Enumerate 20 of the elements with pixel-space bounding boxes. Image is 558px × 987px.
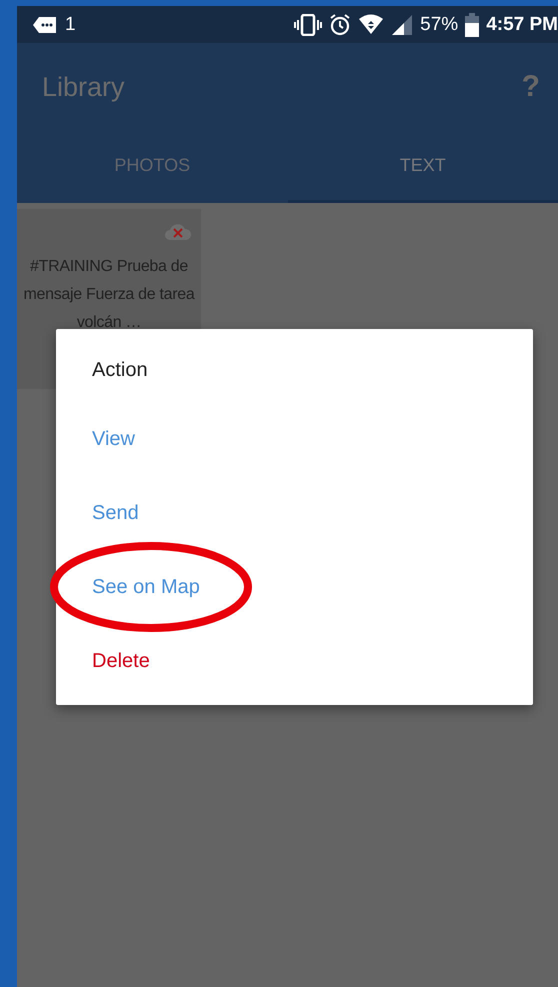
menu-item[interactable]: Delete <box>92 650 150 672</box>
tab[interactable]: PHOTOS <box>17 131 288 203</box>
battery-icon <box>465 12 480 36</box>
menu-item[interactable]: Send <box>92 502 139 524</box>
cloud-error-icon <box>164 223 192 241</box>
message-icon <box>32 16 58 34</box>
battery-percent: 57% <box>420 14 458 36</box>
app-title: Library <box>42 72 125 102</box>
vibrate-icon <box>294 14 322 36</box>
signal-icon <box>391 14 414 36</box>
tab[interactable]: TEXT <box>288 131 558 203</box>
menu-item[interactable]: See on Map <box>92 576 200 598</box>
notification-count: 1 <box>65 14 76 36</box>
alarm-icon <box>329 14 352 36</box>
help-button[interactable]: ? <box>512 70 550 104</box>
menu-item[interactable]: View <box>92 428 135 450</box>
message-text: #TRAINING Prueba de mensaje Fuerza de tarea volcán … <box>24 258 194 331</box>
dialog-title: Action <box>92 359 149 383</box>
wifi-icon <box>358 14 384 35</box>
clock-time: 4:57 PM <box>486 14 558 36</box>
